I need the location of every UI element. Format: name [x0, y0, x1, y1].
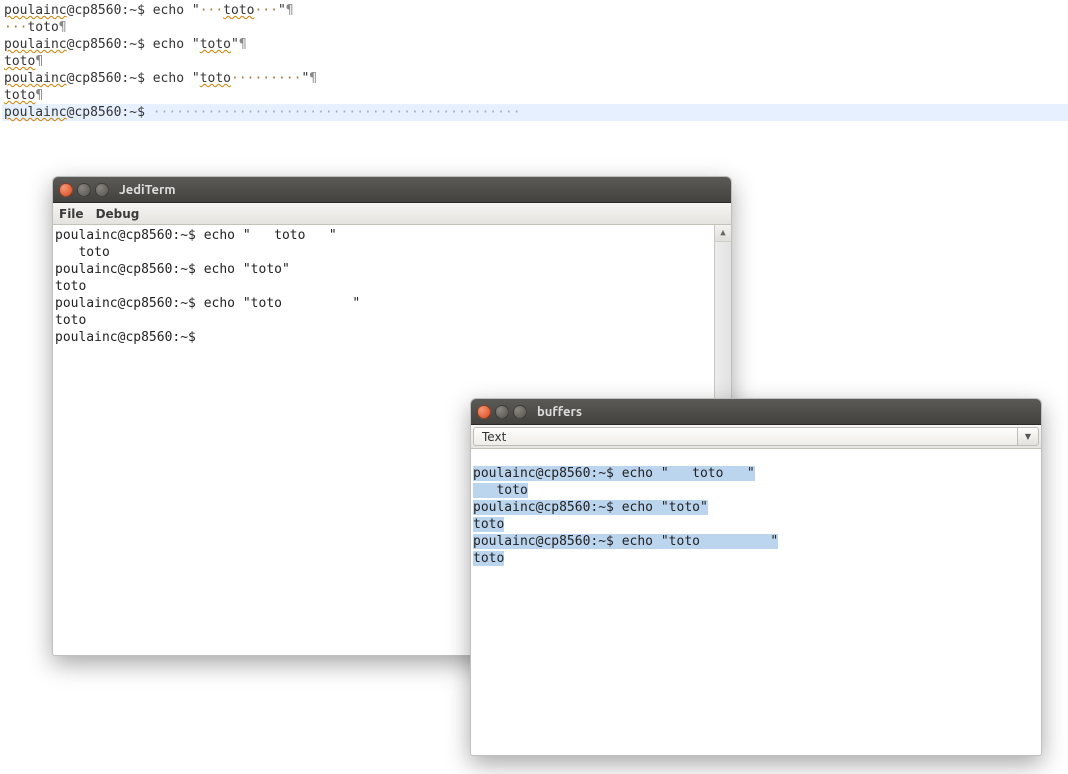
buffer-line: poulainc@cp8560:~$ echo " toto " [473, 465, 1039, 482]
buffer-line: toto [473, 482, 1039, 499]
buffers-window: buffers Text ▼ poulainc@cp8560:~$ echo "… [470, 398, 1042, 756]
window-title: buffers [537, 405, 582, 419]
terminal-line: poulainc@cp8560:~$ echo " toto " [55, 227, 729, 244]
editor-line: toto¶ [2, 53, 1068, 70]
buffer-line: toto [473, 516, 1039, 533]
terminal-line: poulainc@cp8560:~$ echo "toto " [55, 295, 729, 312]
maximize-icon[interactable] [95, 183, 109, 197]
editor-cursor-line[interactable]: poulainc@cp8560:~$ ·····················… [2, 104, 1068, 121]
chevron-down-icon[interactable]: ▼ [1017, 427, 1039, 446]
editor-line: ···toto¶ [2, 19, 1068, 36]
minimize-icon[interactable] [495, 405, 509, 419]
scroll-up-icon[interactable]: ▲ [715, 225, 731, 242]
close-icon[interactable] [59, 183, 73, 197]
buffer-body[interactable]: poulainc@cp8560:~$ echo " toto " toto po… [471, 449, 1041, 755]
window-title: JediTerm [119, 183, 176, 197]
editor-pane: poulainc@cp8560:~$ echo "···toto···"¶ ··… [0, 0, 1068, 121]
close-icon[interactable] [477, 405, 491, 419]
terminal-line: toto [55, 312, 729, 329]
buffer-line: poulainc@cp8560:~$ echo "toto " [473, 533, 1039, 550]
terminal-line: toto [55, 278, 729, 295]
buffer-selector-label[interactable]: Text [473, 427, 1017, 446]
titlebar[interactable]: JediTerm [53, 177, 731, 203]
menu-file[interactable]: File [59, 207, 84, 221]
terminal-line: poulainc@cp8560:~$ echo "toto" [55, 261, 729, 278]
editor-line: toto¶ [2, 87, 1068, 104]
minimize-icon[interactable] [77, 183, 91, 197]
terminal-line: toto [55, 244, 729, 261]
titlebar[interactable]: buffers [471, 399, 1041, 425]
editor-line: poulainc@cp8560:~$ echo "toto·········"¶ [2, 70, 1068, 87]
menu-debug[interactable]: Debug [96, 207, 140, 221]
buffer-line: toto [473, 550, 1039, 567]
buffer-line: poulainc@cp8560:~$ echo "toto" [473, 499, 1039, 516]
buffer-selector: Text ▼ [471, 425, 1041, 449]
terminal-line: poulainc@cp8560:~$ [55, 329, 729, 346]
editor-line: poulainc@cp8560:~$ echo "···toto···"¶ [2, 2, 1068, 19]
maximize-icon[interactable] [513, 405, 527, 419]
editor-line: poulainc@cp8560:~$ echo "toto"¶ [2, 36, 1068, 53]
menubar: File Debug [53, 203, 731, 225]
